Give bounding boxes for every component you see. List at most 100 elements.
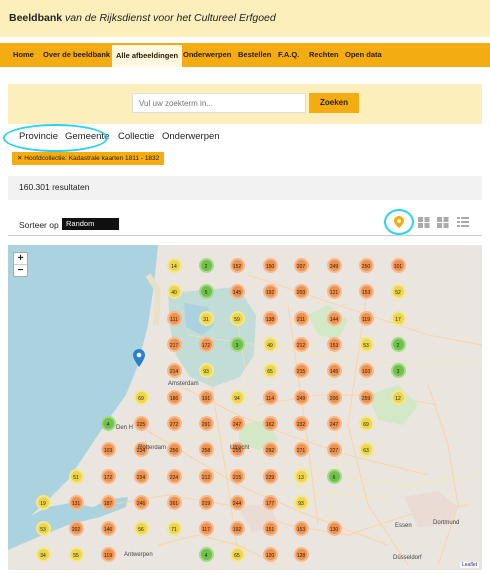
cluster-marker[interactable]: 224 <box>166 468 182 484</box>
cluster-marker[interactable]: 177 <box>262 494 278 510</box>
cluster-marker[interactable]: 246 <box>133 494 149 510</box>
cluster-marker[interactable]: 138 <box>262 310 278 326</box>
cluster-marker[interactable]: 103 <box>358 362 374 378</box>
cluster-marker[interactable]: 271 <box>293 441 309 457</box>
cluster-marker[interactable]: 249 <box>326 257 342 273</box>
cluster-marker[interactable]: 247 <box>229 415 245 431</box>
cluster-marker[interactable]: 191 <box>198 389 214 405</box>
cluster-marker[interactable]: 17 <box>390 310 406 326</box>
cluster-marker[interactable]: 53 <box>358 336 374 352</box>
cluster-marker[interactable]: 53 <box>35 520 51 536</box>
cluster-marker[interactable]: 192 <box>262 283 278 299</box>
cluster-marker[interactable]: 172 <box>100 468 116 484</box>
cluster-marker[interactable]: 65 <box>229 546 245 562</box>
cluster-marker[interactable]: 212 <box>293 336 309 352</box>
cluster-marker[interactable]: 19 <box>35 494 51 510</box>
cluster-marker[interactable]: 258 <box>198 441 214 457</box>
cluster-marker[interactable]: 14 <box>166 257 182 273</box>
cluster-marker[interactable]: 150 <box>262 257 278 273</box>
cluster-marker[interactable]: 131 <box>68 494 84 510</box>
active-filter-tag[interactable]: ✕ Hoofdcollectie: Kadastrale kaarten 181… <box>12 152 165 165</box>
cluster-marker[interactable]: 2 <box>198 257 214 273</box>
cluster-marker[interactable]: 6 <box>326 468 342 484</box>
location-marker-icon[interactable] <box>133 349 145 367</box>
nav-onderwerpen[interactable]: Onderwerpen <box>183 43 231 67</box>
cluster-marker[interactable]: 203 <box>293 283 309 299</box>
cluster-marker[interactable]: 130 <box>326 520 342 536</box>
cluster-marker[interactable]: 120 <box>262 546 278 562</box>
search-button[interactable]: Zoeken <box>309 93 359 113</box>
cluster-marker[interactable]: 291 <box>198 415 214 431</box>
cluster-marker[interactable]: 186 <box>166 389 182 405</box>
cluster-marker[interactable]: 5 <box>198 283 214 299</box>
search-input[interactable] <box>132 93 306 113</box>
cluster-marker[interactable]: 232 <box>293 415 309 431</box>
cluster-marker[interactable]: 4 <box>100 415 116 431</box>
nav-bestellen[interactable]: Bestellen <box>238 43 271 67</box>
zoom-out-button[interactable]: − <box>14 264 27 276</box>
cluster-marker[interactable]: 145 <box>326 362 342 378</box>
cluster-marker[interactable]: 93 <box>198 362 214 378</box>
cluster-marker[interactable]: 144 <box>326 310 342 326</box>
cluster-marker[interactable]: 119 <box>100 546 116 562</box>
cluster-marker[interactable]: 234 <box>133 468 149 484</box>
cluster-marker[interactable]: 146 <box>100 520 116 536</box>
cluster-marker[interactable]: 119 <box>358 310 374 326</box>
cluster-marker[interactable]: 215 <box>293 362 309 378</box>
cluster-marker[interactable]: 3 <box>229 336 245 352</box>
cluster-marker[interactable]: 40 <box>166 283 182 299</box>
cluster-marker[interactable]: 151 <box>262 520 278 536</box>
list-icon[interactable] <box>457 217 469 228</box>
grid-small-icon[interactable] <box>437 217 449 228</box>
cluster-marker[interactable]: 229 <box>262 468 278 484</box>
cluster-marker[interactable]: 153 <box>326 336 342 352</box>
cluster-marker[interactable]: 128 <box>293 546 309 562</box>
cluster-marker[interactable]: 93 <box>293 494 309 510</box>
map-pin-icon[interactable] <box>393 215 405 229</box>
cluster-marker[interactable]: 31 <box>198 310 214 326</box>
cluster-marker[interactable]: 117 <box>198 520 214 536</box>
cluster-marker[interactable]: 94 <box>229 389 245 405</box>
cluster-marker[interactable]: 12 <box>390 389 406 405</box>
cluster-marker[interactable]: 227 <box>326 441 342 457</box>
nav-open-data[interactable]: Open data <box>345 43 382 67</box>
cluster-marker[interactable]: 101 <box>390 257 406 273</box>
cluster-marker[interactable]: 211 <box>293 310 309 326</box>
cluster-marker[interactable]: 219 <box>198 494 214 510</box>
cluster-marker[interactable]: 69 <box>358 415 374 431</box>
zoom-in-button[interactable]: + <box>14 253 27 264</box>
cluster-marker[interactable]: 49 <box>262 336 278 352</box>
cluster-marker[interactable]: 250 <box>358 257 374 273</box>
cluster-marker[interactable]: 202 <box>68 520 84 536</box>
cluster-marker[interactable]: 212 <box>198 468 214 484</box>
sort-select[interactable]: Random <box>62 218 119 230</box>
nav-over-de-beeldbank[interactable]: Over de beeldbank <box>43 43 110 67</box>
cluster-marker[interactable]: 111 <box>166 310 182 326</box>
cluster-marker[interactable]: 261 <box>166 494 182 510</box>
cluster-marker[interactable]: 172 <box>198 336 214 352</box>
cluster-marker[interactable]: 3 <box>390 362 406 378</box>
cluster-marker[interactable]: 34 <box>35 546 51 562</box>
nav-alle-afbeeldingen[interactable]: Alle afbeeldingen <box>112 43 183 67</box>
cluster-marker[interactable]: 114 <box>262 389 278 405</box>
cluster-marker[interactable]: 272 <box>166 415 182 431</box>
cluster-marker[interactable]: 52 <box>390 283 406 299</box>
cluster-marker[interactable]: 256 <box>166 441 182 457</box>
cluster-marker[interactable]: 59 <box>229 310 245 326</box>
cluster-marker[interactable]: 71 <box>166 520 182 536</box>
facet-onderwerpen[interactable]: Onderwerpen <box>162 131 220 142</box>
cluster-marker[interactable]: 217 <box>166 336 182 352</box>
facet-collectie[interactable]: Collectie <box>118 131 154 142</box>
cluster-marker[interactable]: 153 <box>293 520 309 536</box>
nav-rechten[interactable]: Rechten <box>309 43 339 67</box>
cluster-marker[interactable]: 292 <box>262 441 278 457</box>
cluster-marker[interactable]: 145 <box>229 283 245 299</box>
grid-large-icon[interactable] <box>418 217 430 228</box>
cluster-marker[interactable]: 103 <box>100 441 116 457</box>
cluster-marker[interactable]: 4 <box>198 546 214 562</box>
cluster-marker[interactable]: 152 <box>229 257 245 273</box>
cluster-marker[interactable]: 192 <box>229 520 245 536</box>
cluster-marker[interactable]: 247 <box>326 415 342 431</box>
cluster-marker[interactable]: 259 <box>358 389 374 405</box>
cluster-marker[interactable]: 162 <box>262 415 278 431</box>
